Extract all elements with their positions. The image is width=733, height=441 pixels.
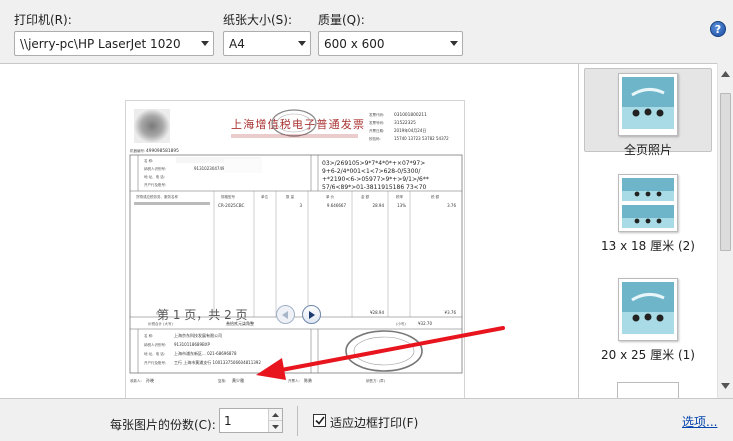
layout-thumbnail	[618, 278, 678, 341]
chevron-up-icon	[272, 412, 279, 417]
fit-frame-label[interactable]: 适应边框打印(F)	[330, 414, 418, 431]
help-icon[interactable]: ?	[710, 21, 726, 37]
paper-size-select[interactable]: A4	[223, 31, 311, 56]
annotation-arrow	[256, 326, 505, 380]
printer-select[interactable]: \\jerry-pc\HP LaserJet 1020	[14, 31, 214, 56]
copies-value[interactable]: 1	[220, 409, 268, 432]
layout-scrollbar[interactable]	[717, 63, 733, 398]
layout-panel: 全页照片 13 x 18 厘米 (2) 20 x 25 厘米 (1)	[578, 63, 733, 399]
chevron-down-icon	[294, 32, 310, 55]
printer-label: 打印机(R):	[14, 13, 72, 27]
previous-page-button[interactable]	[276, 305, 295, 324]
layout-20x25[interactable]: 20 x 25 厘米 (1)	[584, 278, 712, 362]
chevron-down-icon	[272, 424, 279, 429]
print-preview-area: 上海增值税电子普通发票 发票代码: 031001800211 发票号码: 315…	[0, 63, 578, 400]
checkmark-icon	[314, 416, 325, 425]
arrow-right-icon	[309, 310, 315, 319]
paper-size-select-value: A4	[229, 36, 245, 51]
copies-stepper[interactable]: 1	[219, 408, 283, 433]
quality-select[interactable]: 600 x 600	[318, 31, 463, 56]
decrement-button[interactable]	[269, 420, 282, 432]
scroll-up-icon	[721, 71, 730, 77]
printer-select-value: \\jerry-pc\HP LaserJet 1020	[20, 36, 181, 51]
layout-thumbnail	[618, 174, 678, 232]
layout-thumbnail-partial	[617, 382, 679, 399]
layout-full-page[interactable]: 全页照片	[584, 68, 712, 157]
layout-thumbnail	[618, 73, 678, 136]
quality-label: 质量(Q):	[318, 13, 365, 27]
increment-button[interactable]	[269, 409, 282, 420]
layout-label: 20 x 25 厘米 (1)	[601, 348, 695, 362]
chevron-down-icon	[446, 32, 462, 55]
options-link[interactable]: 选项...	[682, 413, 717, 430]
layout-label: 全页照片	[623, 143, 672, 157]
separator	[297, 406, 298, 436]
paper-size-label: 纸张大小(S):	[223, 13, 293, 27]
chevron-down-icon	[197, 32, 213, 55]
copies-label: 每张图片的份数(C):	[110, 418, 216, 432]
next-page-button[interactable]	[302, 305, 321, 324]
layout-label: 13 x 18 厘米 (2)	[601, 239, 695, 253]
scroll-down-icon	[721, 383, 730, 389]
page-indicator: 第 1 页，共 2 页	[157, 308, 248, 322]
fit-frame-checkbox[interactable]	[313, 414, 326, 427]
scroll-thumb[interactable]	[720, 93, 731, 251]
layout-13x18[interactable]: 13 x 18 厘米 (2)	[584, 174, 712, 254]
quality-select-value: 600 x 600	[324, 36, 385, 51]
arrow-left-icon	[282, 310, 288, 319]
